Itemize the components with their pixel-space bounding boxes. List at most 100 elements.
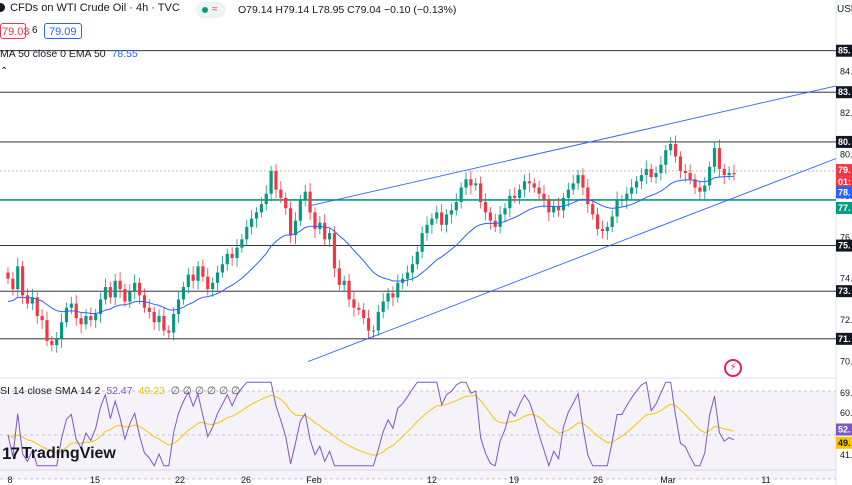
candle-body [420, 233, 424, 252]
market-open-dot-icon [202, 7, 208, 13]
time-tick-label: 26 [593, 475, 603, 485]
candle-body [410, 264, 415, 273]
market-status-badge[interactable]: ≈ [196, 2, 226, 18]
candle-body [527, 181, 531, 184]
candle-body [678, 156, 683, 171]
candle-body [79, 318, 83, 325]
tradingview-mark: 17 [2, 444, 20, 463]
candle-body [508, 195, 512, 209]
chart-canvas[interactable]: 84.82.80.78.76.74.72.70.85.83.80.75.73.7… [0, 0, 852, 485]
candle-body [381, 301, 385, 312]
candle-body [415, 251, 419, 265]
time-tick-label: 19 [509, 475, 519, 485]
candle-body [634, 181, 639, 188]
time-tick-label: 26 [241, 475, 251, 485]
rsi-legend[interactable]: SI 14 close SMA 14 2 52.47 49.23 ∅ ∅ ∅ ∅… [0, 385, 240, 397]
candle-body [362, 309, 366, 319]
time-tick-label: Mar [660, 475, 676, 485]
candle-body [152, 311, 156, 323]
candle-body [498, 214, 502, 227]
rsi-tag-label: 49. [838, 438, 851, 448]
candle-body [532, 183, 536, 188]
candle-body [352, 299, 356, 308]
symbol-dot-icon [0, 3, 5, 12]
price-tick-label: 84. [840, 66, 852, 76]
candle-body [230, 253, 234, 258]
candle-body [225, 253, 229, 265]
currency-label: USD [837, 4, 852, 15]
price-tick-label: 72. [840, 315, 852, 325]
candle-body [94, 313, 98, 321]
candle-body [522, 181, 527, 190]
price-level-tag-label: 80. [838, 137, 851, 147]
candle-body [664, 150, 668, 165]
buy-price-button[interactable]: 79.09 [44, 23, 82, 39]
candle-body [259, 204, 263, 213]
candle-body [55, 338, 59, 346]
candle-body [11, 278, 15, 290]
candle-body [250, 218, 254, 227]
candle-body [254, 212, 259, 219]
candle-body [342, 280, 346, 285]
candle-body [698, 187, 702, 192]
candle-body [474, 183, 478, 186]
candle-body [25, 295, 30, 304]
candle-body [688, 173, 692, 180]
candle-body [6, 272, 10, 279]
price-level-tag-label: 71. [838, 334, 851, 344]
candle-body [391, 293, 395, 298]
candle-body [147, 307, 151, 312]
price-level-tag-label: 75. [838, 241, 851, 251]
candle-body [717, 148, 721, 169]
candle-body [449, 210, 453, 215]
candle-body [425, 224, 429, 234]
candle-body [240, 239, 244, 248]
ema-legend[interactable]: MA 50 close 0 EMA 50 78.55 [0, 48, 138, 60]
time-tick-label: 22 [175, 475, 185, 485]
candles-group [6, 135, 736, 353]
ema-legend-label: MA 50 close 0 EMA 50 [0, 48, 106, 60]
candle-body [264, 193, 268, 205]
candle-body [337, 268, 341, 285]
sell-price-button[interactable]: 79.03 [0, 23, 30, 39]
price-level-tag-label: 83. [838, 87, 851, 97]
candle-body [595, 214, 600, 229]
candle-body [479, 183, 483, 203]
candle-body [518, 189, 522, 198]
candle-body [440, 212, 444, 225]
candle-body [274, 170, 278, 190]
candle-body [703, 185, 707, 192]
candle-body [172, 313, 176, 333]
price-tick-label: 74. [840, 274, 852, 284]
candle-body [454, 202, 458, 211]
candle-body [722, 168, 726, 176]
ema-legend-value: 78.55 [111, 48, 138, 60]
candle-body [191, 274, 195, 281]
candle-body [727, 173, 731, 176]
rsi-legend-label: SI 14 close SMA 14 2 [0, 385, 101, 397]
symbol-header[interactable]: CFDs on WTI Crude Oil · 4h · TVC [0, 2, 180, 14]
candle-body [347, 280, 351, 300]
collapse-chevron-icon[interactable]: ⌃ [0, 66, 8, 77]
candle-body [118, 280, 122, 290]
candle-body [308, 191, 312, 213]
candle-body [59, 322, 64, 339]
candle-body [630, 187, 634, 194]
candle-body [113, 280, 117, 298]
candle-body [167, 330, 171, 333]
candle-body [40, 316, 44, 321]
candle-body [332, 233, 337, 269]
candle-body [649, 168, 653, 178]
price-tag-label: 79. [838, 165, 851, 175]
candle-body [712, 148, 717, 167]
candle-body [137, 282, 142, 296]
price-tag-label: 01: [838, 177, 851, 187]
candle-body [376, 311, 380, 331]
tradingview-wordmark: TradingView [21, 445, 116, 462]
candle-body [89, 316, 93, 321]
candle-body [84, 316, 88, 325]
candle-body [366, 318, 371, 331]
candle-body [327, 233, 332, 240]
replay-icon[interactable]: ⚡ [724, 359, 742, 377]
candle-body [279, 189, 283, 198]
